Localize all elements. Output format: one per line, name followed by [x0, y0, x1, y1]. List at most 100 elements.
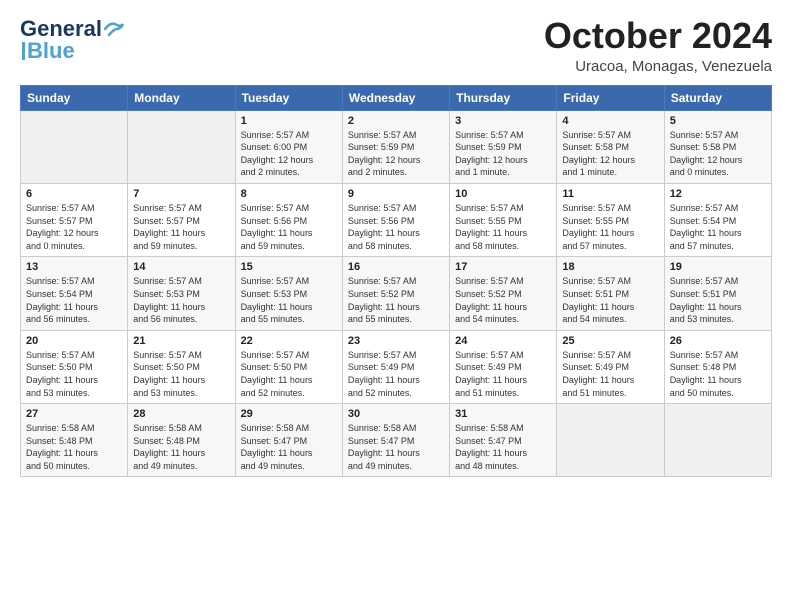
calendar-cell: 15 Sunrise: 5:57 AM Sunset: 5:53 PM Dayli…: [235, 257, 342, 330]
day-number: 24: [455, 335, 551, 347]
day-info: Sunrise: 5:57 AM Sunset: 5:51 PM Dayligh…: [670, 275, 766, 325]
day-number: 1: [241, 115, 337, 127]
day-number: 8: [241, 188, 337, 200]
day-info: Sunrise: 5:57 AM Sunset: 5:52 PM Dayligh…: [348, 275, 444, 325]
calendar-cell: 1 Sunrise: 5:57 AM Sunset: 6:00 PM Daylig…: [235, 110, 342, 183]
calendar-cell: 14Sunrise: 5:57 AM Sunset: 5:53 PM Dayli…: [128, 257, 235, 330]
calendar-cell: 29Sunrise: 5:58 AM Sunset: 5:47 PM Dayli…: [235, 404, 342, 477]
calendar-cell: 19 Sunrise: 5:57 AM Sunset: 5:51 PM Dayli…: [664, 257, 771, 330]
calendar-cell: 31Sunrise: 5:58 AM Sunset: 5:47 PM Dayli…: [450, 404, 557, 477]
logo: General Blue: [20, 16, 125, 64]
day-info: Sunrise: 5:57 AM Sunset: 5:59 PM Dayligh…: [455, 129, 551, 179]
day-number: 12: [670, 188, 766, 200]
day-info: Sunrise: 5:57 AM Sunset: 5:58 PM Dayligh…: [670, 129, 766, 179]
day-info: Sunrise: 5:57 AM Sunset: 5:56 PM Dayligh…: [241, 202, 337, 252]
day-number: 6: [26, 188, 122, 200]
day-info: Sunrise: 5:57 AM Sunset: 5:53 PM Dayligh…: [241, 275, 337, 325]
day-info: Sunrise: 5:58 AM Sunset: 5:48 PM Dayligh…: [133, 422, 229, 472]
calendar-week-row: 1 Sunrise: 5:57 AM Sunset: 6:00 PM Daylig…: [21, 110, 772, 183]
calendar-cell: 28 Sunrise: 5:58 AM Sunset: 5:48 PM Dayli…: [128, 404, 235, 477]
day-number: 31: [455, 408, 551, 420]
col-tuesday: Tuesday: [235, 85, 342, 110]
day-info: Sunrise: 5:57 AM Sunset: 5:56 PM Dayligh…: [348, 202, 444, 252]
calendar-cell: [557, 404, 664, 477]
day-info: Sunrise: 5:57 AM Sunset: 5:57 PM Dayligh…: [26, 202, 122, 252]
title-area: October 2024 Uracoa, Monagas, Venezuela: [544, 16, 772, 75]
calendar-cell: 7Sunrise: 5:57 AM Sunset: 5:57 PM Daylig…: [128, 183, 235, 256]
day-info: Sunrise: 5:57 AM Sunset: 5:54 PM Dayligh…: [670, 202, 766, 252]
calendar-cell: 23 Sunrise: 5:57 AM Sunset: 5:49 PM Dayli…: [342, 330, 449, 403]
calendar-cell: 5 Sunrise: 5:57 AM Sunset: 5:58 PM Daylig…: [664, 110, 771, 183]
col-saturday: Saturday: [664, 85, 771, 110]
day-number: 15: [241, 261, 337, 273]
day-number: 21: [133, 335, 229, 347]
day-number: 16: [348, 261, 444, 273]
calendar-cell: 9 Sunrise: 5:57 AM Sunset: 5:56 PM Daylig…: [342, 183, 449, 256]
calendar-cell: 26 Sunrise: 5:57 AM Sunset: 5:48 PM Dayli…: [664, 330, 771, 403]
day-number: 25: [562, 335, 658, 347]
calendar-cell: 3 Sunrise: 5:57 AM Sunset: 5:59 PM Daylig…: [450, 110, 557, 183]
day-number: 4: [562, 115, 658, 127]
day-number: 11: [562, 188, 658, 200]
calendar-week-row: 20 Sunrise: 5:57 AM Sunset: 5:50 PM Dayli…: [21, 330, 772, 403]
day-info: Sunrise: 5:57 AM Sunset: 5:50 PM Dayligh…: [133, 349, 229, 399]
calendar-cell: 16 Sunrise: 5:57 AM Sunset: 5:52 PM Dayli…: [342, 257, 449, 330]
day-info: Sunrise: 5:58 AM Sunset: 5:48 PM Dayligh…: [26, 422, 122, 472]
month-title: October 2024: [544, 16, 772, 56]
day-number: 19: [670, 261, 766, 273]
calendar-week-row: 27 Sunrise: 5:58 AM Sunset: 5:48 PM Dayli…: [21, 404, 772, 477]
day-info: Sunrise: 5:57 AM Sunset: 5:55 PM Dayligh…: [455, 202, 551, 252]
subtitle: Uracoa, Monagas, Venezuela: [544, 58, 772, 75]
calendar-cell: 20 Sunrise: 5:57 AM Sunset: 5:50 PM Dayli…: [21, 330, 128, 403]
col-thursday: Thursday: [450, 85, 557, 110]
day-info: Sunrise: 5:57 AM Sunset: 5:49 PM Dayligh…: [562, 349, 658, 399]
calendar-cell: 10 Sunrise: 5:57 AM Sunset: 5:55 PM Dayli…: [450, 183, 557, 256]
calendar-cell: 21 Sunrise: 5:57 AM Sunset: 5:50 PM Dayli…: [128, 330, 235, 403]
calendar-cell: 8 Sunrise: 5:57 AM Sunset: 5:56 PM Daylig…: [235, 183, 342, 256]
col-sunday: Sunday: [21, 85, 128, 110]
header: General Blue October 2024 Uracoa, Monaga…: [20, 16, 772, 75]
day-info: Sunrise: 5:57 AM Sunset: 5:54 PM Dayligh…: [26, 275, 122, 325]
day-info: Sunrise: 5:58 AM Sunset: 5:47 PM Dayligh…: [348, 422, 444, 472]
calendar-header-row: Sunday Monday Tuesday Wednesday Thursday…: [21, 85, 772, 110]
day-number: 5: [670, 115, 766, 127]
calendar-cell: [664, 404, 771, 477]
day-info: Sunrise: 5:57 AM Sunset: 5:49 PM Dayligh…: [348, 349, 444, 399]
calendar-cell: 27 Sunrise: 5:58 AM Sunset: 5:48 PM Dayli…: [21, 404, 128, 477]
calendar-cell: 24 Sunrise: 5:57 AM Sunset: 5:49 PM Dayli…: [450, 330, 557, 403]
calendar-cell: 17 Sunrise: 5:57 AM Sunset: 5:52 PM Dayli…: [450, 257, 557, 330]
day-number: 27: [26, 408, 122, 420]
day-number: 20: [26, 335, 122, 347]
day-number: 22: [241, 335, 337, 347]
day-info: Sunrise: 5:57 AM Sunset: 5:53 PM Dayligh…: [133, 275, 229, 325]
day-number: 10: [455, 188, 551, 200]
day-info: Sunrise: 5:57 AM Sunset: 5:52 PM Dayligh…: [455, 275, 551, 325]
day-info: Sunrise: 5:57 AM Sunset: 5:51 PM Dayligh…: [562, 275, 658, 325]
day-number: 30: [348, 408, 444, 420]
page: General Blue October 2024 Uracoa, Monaga…: [0, 0, 792, 612]
calendar-cell: 22Sunrise: 5:57 AM Sunset: 5:50 PM Dayli…: [235, 330, 342, 403]
calendar-cell: [21, 110, 128, 183]
day-number: 28: [133, 408, 229, 420]
day-number: 18: [562, 261, 658, 273]
calendar-week-row: 6 Sunrise: 5:57 AM Sunset: 5:57 PM Daylig…: [21, 183, 772, 256]
day-number: 7: [133, 188, 229, 200]
day-number: 17: [455, 261, 551, 273]
calendar-cell: 12 Sunrise: 5:57 AM Sunset: 5:54 PM Dayli…: [664, 183, 771, 256]
day-info: Sunrise: 5:57 AM Sunset: 5:48 PM Dayligh…: [670, 349, 766, 399]
calendar-cell: 4Sunrise: 5:57 AM Sunset: 5:58 PM Daylig…: [557, 110, 664, 183]
day-number: 23: [348, 335, 444, 347]
calendar-cell: 25 Sunrise: 5:57 AM Sunset: 5:49 PM Dayli…: [557, 330, 664, 403]
calendar-week-row: 13 Sunrise: 5:57 AM Sunset: 5:54 PM Dayli…: [21, 257, 772, 330]
day-info: Sunrise: 5:57 AM Sunset: 5:50 PM Dayligh…: [26, 349, 122, 399]
day-number: 2: [348, 115, 444, 127]
day-number: 3: [455, 115, 551, 127]
day-number: 13: [26, 261, 122, 273]
day-info: Sunrise: 5:57 AM Sunset: 6:00 PM Dayligh…: [241, 129, 337, 179]
day-number: 26: [670, 335, 766, 347]
calendar-cell: 30 Sunrise: 5:58 AM Sunset: 5:47 PM Dayli…: [342, 404, 449, 477]
calendar-cell: 6 Sunrise: 5:57 AM Sunset: 5:57 PM Daylig…: [21, 183, 128, 256]
day-info: Sunrise: 5:57 AM Sunset: 5:55 PM Dayligh…: [562, 202, 658, 252]
day-number: 9: [348, 188, 444, 200]
day-info: Sunrise: 5:57 AM Sunset: 5:49 PM Dayligh…: [455, 349, 551, 399]
